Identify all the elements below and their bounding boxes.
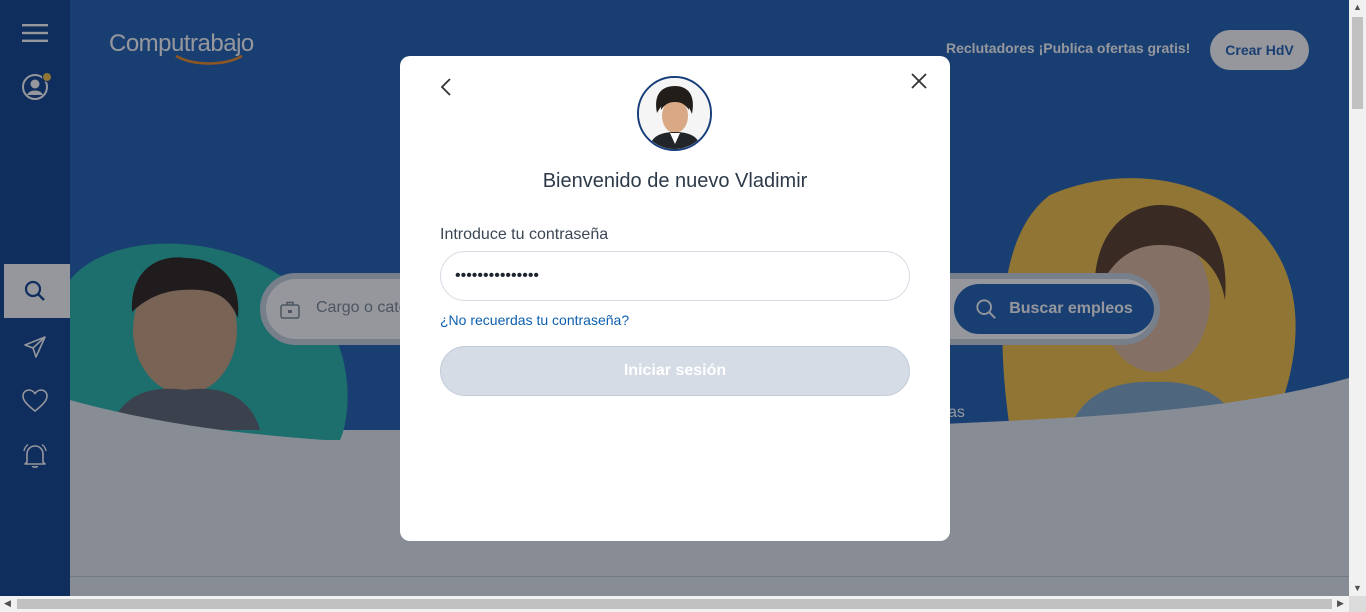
close-icon[interactable] bbox=[908, 70, 930, 92]
password-label: Introduce tu contraseña bbox=[440, 226, 609, 243]
vertical-scrollbar[interactable]: ▲ ▼ bbox=[1349, 0, 1366, 596]
horizontal-scrollbar[interactable]: ◀ ▶ bbox=[0, 596, 1349, 612]
forgot-password-link[interactable]: ¿No recuerdas tu contraseña? bbox=[440, 312, 629, 328]
scroll-left-icon[interactable]: ◀ bbox=[4, 599, 11, 608]
back-arrow-icon[interactable] bbox=[436, 76, 458, 98]
vertical-scroll-thumb[interactable] bbox=[1352, 17, 1363, 109]
horizontal-scroll-thumb[interactable] bbox=[17, 599, 1332, 609]
scrollbar-corner bbox=[1349, 596, 1366, 612]
login-modal: Bienvenido de nuevo Vladimir Introduce t… bbox=[400, 56, 950, 541]
scroll-up-icon[interactable]: ▲ bbox=[1353, 3, 1362, 12]
login-button[interactable]: Iniciar sesión bbox=[440, 346, 910, 396]
scroll-down-icon[interactable]: ▼ bbox=[1353, 584, 1362, 593]
password-field[interactable]: ••••••••••••••• bbox=[440, 251, 910, 301]
scroll-right-icon[interactable]: ▶ bbox=[1337, 599, 1344, 608]
profile-photo bbox=[639, 78, 710, 149]
avatar bbox=[637, 76, 712, 151]
modal-title: Bienvenido de nuevo Vladimir bbox=[542, 170, 808, 192]
